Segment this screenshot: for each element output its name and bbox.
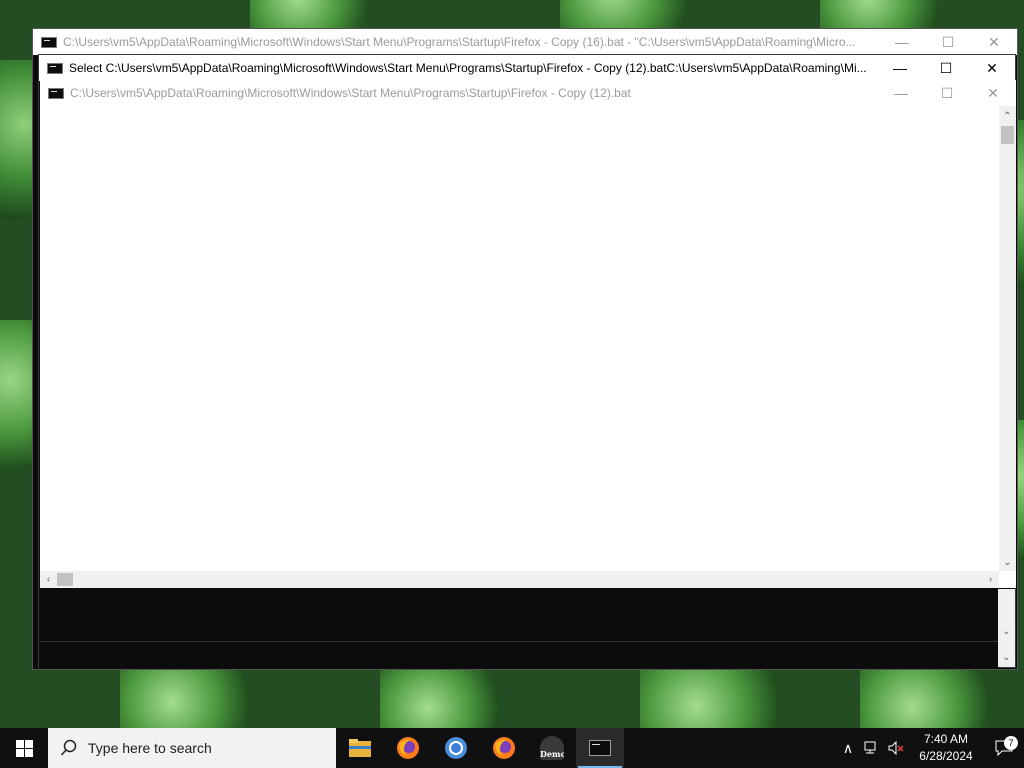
- taskbar: Type here to search Demo ∧ 7:40 AM 6/28/…: [0, 728, 1024, 768]
- start-button[interactable]: [0, 728, 48, 768]
- minimize-button[interactable]: —: [877, 55, 923, 81]
- taskbar-file-explorer[interactable]: [336, 728, 384, 768]
- scroll-down-arrow[interactable]: ⌄: [998, 649, 1015, 666]
- scroll-down-arrow[interactable]: ⌄: [998, 623, 1015, 640]
- cmd-icon: [48, 87, 64, 99]
- minimize-button[interactable]: —: [878, 80, 924, 106]
- folder-icon: [349, 739, 371, 757]
- taskbar-chrome[interactable]: [432, 728, 480, 768]
- window-title: Select C:\Users\vm5\AppData\Roaming\Micr…: [69, 61, 867, 75]
- taskbar-firefox[interactable]: [480, 728, 528, 768]
- windows-logo-icon: [15, 739, 33, 757]
- clock-date: 6/28/2024: [919, 749, 973, 763]
- vertical-scrollbar[interactable]: ⌄ ⌄: [998, 589, 1015, 667]
- scroll-left-arrow[interactable]: ‹: [40, 571, 57, 588]
- close-button[interactable]: ✕: [971, 29, 1017, 55]
- cmd-window-copy-12[interactable]: C:\Users\vm5\AppData\Roaming\Microsoft\W…: [40, 80, 1016, 588]
- maximize-button[interactable]: ☐: [924, 80, 970, 106]
- network-icon[interactable]: [860, 741, 884, 755]
- scroll-thumb[interactable]: [1001, 126, 1014, 144]
- volume-muted-icon[interactable]: [884, 741, 908, 755]
- clock[interactable]: 7:40 AM 6/28/2024: [908, 731, 984, 765]
- title-bar[interactable]: Select C:\Users\vm5\AppData\Roaming\Micr…: [39, 55, 1015, 81]
- scroll-up-arrow[interactable]: ⌃: [999, 108, 1016, 125]
- search-box[interactable]: Type here to search: [48, 728, 336, 768]
- title-bar[interactable]: C:\Users\vm5\AppData\Roaming\Microsoft\W…: [40, 80, 1016, 106]
- title-bar[interactable]: C:\Users\vm5\AppData\Roaming\Microsoft\W…: [33, 29, 1017, 55]
- vertical-scrollbar[interactable]: ⌃ ⌄: [999, 106, 1016, 571]
- taskbar-command-prompt[interactable]: [576, 728, 624, 768]
- close-button[interactable]: ✕: [970, 80, 1016, 106]
- console-area[interactable]: [39, 589, 999, 641]
- cmd-icon: [589, 740, 611, 756]
- cmd-icon: [41, 36, 57, 48]
- search-icon: [60, 739, 77, 756]
- demo-icon: Demo: [540, 736, 564, 760]
- scroll-down-arrow[interactable]: ⌄: [999, 554, 1016, 571]
- close-button[interactable]: ✕: [969, 55, 1015, 81]
- clock-time: 7:40 AM: [923, 732, 969, 746]
- scroll-thumb[interactable]: [57, 573, 73, 586]
- search-placeholder: Type here to search: [88, 740, 212, 756]
- firefox-icon: [493, 737, 515, 759]
- cmd-icon: [47, 62, 63, 74]
- window-title: C:\Users\vm5\AppData\Roaming\Microsoft\W…: [70, 86, 631, 100]
- notification-count-badge: 7: [1004, 736, 1018, 750]
- firefox-icon: [397, 737, 419, 759]
- maximize-button[interactable]: ☐: [925, 29, 971, 55]
- maximize-button[interactable]: ☐: [923, 55, 969, 81]
- taskbar-demo[interactable]: Demo: [528, 728, 576, 768]
- console-content[interactable]: [40, 106, 999, 571]
- demo-label: Demo: [540, 749, 564, 759]
- window-title: C:\Users\vm5\AppData\Roaming\Microsoft\W…: [63, 35, 856, 49]
- show-hidden-icons-chevron-icon[interactable]: ∧: [836, 740, 860, 757]
- chrome-icon: [445, 737, 467, 759]
- notification-center-button[interactable]: 7: [984, 736, 1024, 756]
- horizontal-scrollbar[interactable]: ‹ ›: [40, 571, 999, 588]
- scroll-right-arrow[interactable]: ›: [982, 571, 999, 588]
- system-tray: ∧ 7:40 AM 6/28/2024 7: [836, 728, 1024, 768]
- taskbar-firefox[interactable]: [384, 728, 432, 768]
- minimize-button[interactable]: —: [879, 29, 925, 55]
